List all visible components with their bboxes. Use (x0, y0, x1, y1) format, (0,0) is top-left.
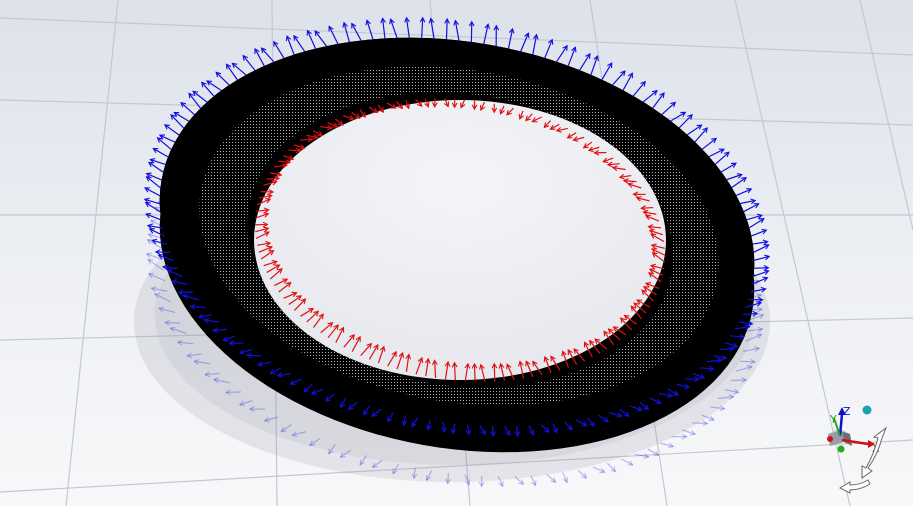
orientation-triad[interactable]: Z Y X (812, 396, 908, 498)
ghost-outer-vector (165, 321, 181, 324)
outer-normal-vector (148, 161, 164, 173)
graphics-viewport[interactable]: Z Y X (0, 0, 913, 506)
outer-normal-vector (622, 72, 633, 91)
outer-normal-vector (445, 19, 448, 40)
triad-y-ball (837, 445, 845, 453)
outer-normal-vector (247, 354, 262, 357)
triad-origin-ball (827, 436, 833, 442)
outer-normal-vector (579, 53, 591, 71)
inner-normal-vector (493, 363, 496, 382)
outer-normal-vector (694, 127, 708, 143)
outer-normal-vector (314, 30, 328, 47)
ghost-outer-vector (739, 360, 755, 363)
triad-y-label: Y (829, 413, 837, 426)
outer-normal-vector (231, 62, 247, 76)
outer-normal-vector (155, 251, 171, 254)
triad-z-label: Z (843, 405, 851, 418)
outer-normal-vector (242, 55, 256, 71)
outer-normal-vector (731, 177, 747, 189)
outer-normal-vector (254, 48, 265, 67)
outer-normal-vector (678, 114, 693, 129)
outer-normal-vector (661, 101, 676, 115)
outer-normal-vector (715, 151, 730, 165)
outer-normal-vector (556, 45, 568, 63)
outer-normal-vector (601, 62, 613, 80)
rotate-arrow-left-icon[interactable] (838, 479, 871, 494)
outer-normal-vector (701, 137, 717, 150)
outer-normal-vector (180, 102, 195, 116)
outer-normal-vector (164, 124, 180, 136)
outer-normal-vector (206, 80, 222, 92)
outer-normal-vector (652, 92, 665, 109)
outer-normal-vector (612, 70, 626, 86)
ghost-outer-vector (692, 422, 708, 425)
outer-normal-vector (273, 41, 285, 59)
outer-normal-vector (215, 71, 230, 86)
outer-normal-vector (749, 218, 765, 229)
inner-normal-vector (473, 363, 476, 382)
outer-normal-vector (642, 90, 658, 103)
ghost-outer-vector (226, 391, 241, 394)
outer-normal-vector (719, 348, 734, 350)
iso-view-ball[interactable] (862, 405, 872, 415)
outer-normal-vector (632, 81, 646, 97)
ghost-outer-vector (730, 379, 747, 382)
outer-normal-vector (686, 124, 702, 136)
model-scene[interactable] (0, 0, 913, 506)
rotate-arrow-icon[interactable] (861, 426, 888, 479)
outer-normal-vector (328, 26, 339, 45)
outer-normal-vector (293, 35, 306, 52)
outer-normal-vector (754, 267, 769, 269)
